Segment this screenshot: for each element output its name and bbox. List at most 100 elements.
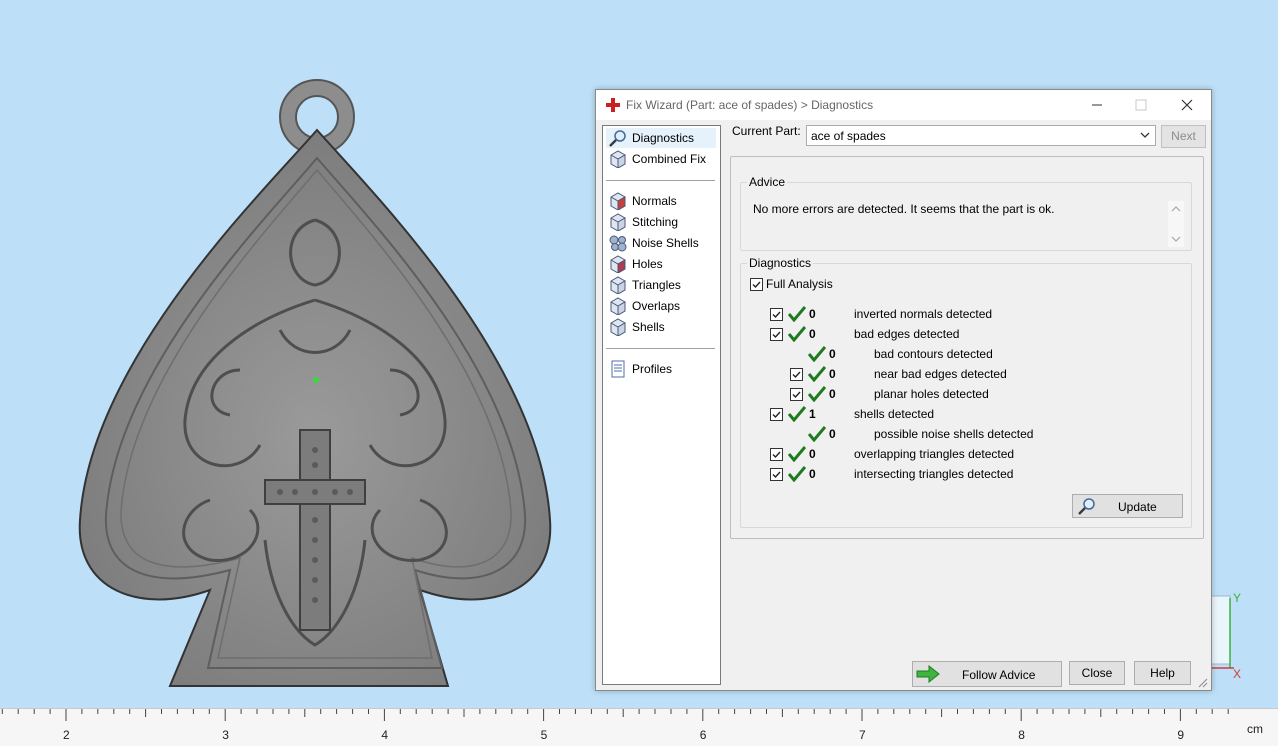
close-button[interactable]: Close xyxy=(1069,661,1125,685)
nav-item-label: Triangles xyxy=(632,278,681,292)
row-label: overlapping triangles detected xyxy=(854,447,1015,461)
nav-item-label: Noise Shells xyxy=(632,236,699,250)
x-axis-label: X xyxy=(1233,667,1241,681)
nav-item-label: Holes xyxy=(632,257,663,271)
nav-item-stitching[interactable]: Stitching xyxy=(606,212,716,232)
nav-item-label: Normals xyxy=(632,194,677,208)
magnifier-icon xyxy=(609,130,626,147)
nav-separator xyxy=(606,348,715,349)
green-check-icon xyxy=(788,446,806,462)
update-button[interactable]: Update xyxy=(1072,494,1183,518)
row-label: bad contours detected xyxy=(874,347,993,361)
row-count: 0 xyxy=(829,347,836,361)
nav-item-noise-shells[interactable]: Noise Shells xyxy=(606,233,716,253)
green-check-icon xyxy=(808,346,826,362)
nav-item-shells[interactable]: Shells xyxy=(606,317,716,337)
y-axis-label: Y xyxy=(1233,591,1241,605)
nav-item-normals[interactable]: Normals xyxy=(606,191,716,211)
shells-cube-icon xyxy=(610,318,626,336)
row-checkbox[interactable] xyxy=(770,328,783,341)
resize-grip-icon[interactable] xyxy=(1196,676,1208,688)
nav-item-label: Diagnostics xyxy=(632,131,695,145)
window-title: Fix Wizard (Part: ace of spades) > Diagn… xyxy=(626,98,874,112)
arrow-right-icon xyxy=(916,665,940,683)
nav-item-diagnostics[interactable]: Diagnostics xyxy=(606,128,716,148)
row-count: 0 xyxy=(809,447,816,461)
row-count: 1 xyxy=(809,407,816,421)
minimize-button[interactable] xyxy=(1082,95,1112,115)
document-icon xyxy=(611,360,625,378)
cube-icon xyxy=(610,150,626,168)
ruler-ticks xyxy=(1,709,1229,721)
full-analysis-checkbox[interactable] xyxy=(750,278,763,291)
green-check-icon xyxy=(788,406,806,422)
triangles-cube-icon xyxy=(610,276,626,294)
green-check-icon xyxy=(808,386,826,402)
nav-item-label: Stitching xyxy=(632,215,679,229)
ruler-label: 2 xyxy=(63,728,70,742)
row-label: planar holes detected xyxy=(874,387,989,401)
row-label: inverted normals detected xyxy=(854,307,993,321)
advice-legend: Advice xyxy=(749,175,786,189)
holes-cube-icon xyxy=(610,255,626,273)
diagnostics-legend: Diagnostics xyxy=(749,256,812,270)
overlaps-cube-icon xyxy=(610,297,626,315)
close-window-button[interactable] xyxy=(1172,95,1202,115)
fix-wizard-nav: Diagnostics Combined Fix Normals Stitching N… xyxy=(602,125,721,685)
row-label: intersecting triangles detected xyxy=(854,467,1014,481)
row-checkbox[interactable] xyxy=(770,468,783,481)
fix-wizard-dialog: Fix Wizard (Part: ace of spades) > Diagn… xyxy=(595,89,1212,691)
ace-of-spades-model[interactable] xyxy=(70,70,560,695)
row-count: 0 xyxy=(809,467,816,481)
ruler-label: 3 xyxy=(222,728,229,742)
title-bar[interactable]: Fix Wizard (Part: ace of spades) > Diagn… xyxy=(596,90,1211,120)
nav-item-profiles[interactable]: Profiles xyxy=(606,359,716,379)
update-label: Update xyxy=(1118,500,1157,514)
current-part-value: ace of spades xyxy=(811,129,886,143)
advice-scrollbar[interactable] xyxy=(1168,201,1184,247)
row-count: 0 xyxy=(829,367,836,381)
nav-item-label: Profiles xyxy=(632,362,673,376)
magnifier-icon xyxy=(1078,498,1095,515)
ruler-label: 4 xyxy=(381,728,389,742)
row-checkbox[interactable] xyxy=(770,448,783,461)
row-count: 0 xyxy=(809,327,816,341)
row-count: 0 xyxy=(829,387,836,401)
next-button[interactable]: Next xyxy=(1161,125,1206,148)
green-check-icon xyxy=(788,326,806,342)
nav-item-triangles[interactable]: Triangles xyxy=(606,275,716,295)
row-checkbox[interactable] xyxy=(770,408,783,421)
advice-group: Advice No more errors are detected. It s… xyxy=(740,175,1192,251)
row-label: near bad edges detected xyxy=(874,367,1007,381)
row-checkbox[interactable] xyxy=(790,368,803,381)
follow-advice-button[interactable]: Follow Advice xyxy=(912,661,1062,687)
row-checkbox[interactable] xyxy=(790,388,803,401)
advice-text: No more errors are detected. It seems th… xyxy=(753,202,1055,216)
ruler-label: 8 xyxy=(1018,728,1025,742)
current-part-label: Current Part: xyxy=(732,124,801,138)
red-cross-icon xyxy=(606,98,620,112)
nav-item-combined-fix[interactable]: Combined Fix xyxy=(606,149,716,169)
row-checkbox[interactable] xyxy=(770,308,783,321)
ruler-label: 5 xyxy=(540,728,548,742)
row-label: possible noise shells detected xyxy=(874,427,1034,441)
green-check-icon xyxy=(788,306,806,322)
ruler-label: 9 xyxy=(1177,728,1185,742)
normals-cube-icon xyxy=(610,192,626,210)
row-count: 0 xyxy=(829,427,836,441)
green-check-icon xyxy=(808,366,826,382)
nav-item-overlaps[interactable]: Overlaps xyxy=(606,296,716,316)
follow-advice-label: Follow Advice xyxy=(962,668,1036,682)
help-button[interactable]: Help xyxy=(1134,661,1191,685)
current-part-select[interactable]: ace of spades xyxy=(806,125,1156,146)
ruler-label: 6 xyxy=(699,728,707,742)
full-analysis-label: Full Analysis xyxy=(766,277,833,291)
horizontal-ruler: 2 3 4 5 6 7 8 9 cm xyxy=(0,708,1278,746)
maximize-button[interactable] xyxy=(1126,95,1156,115)
nav-item-holes[interactable]: Holes xyxy=(606,254,716,274)
chevron-down-icon xyxy=(1140,132,1150,138)
ruler-unit: cm xyxy=(1247,722,1263,736)
ruler-label: 7 xyxy=(859,728,866,742)
nav-item-label: Combined Fix xyxy=(632,152,707,166)
nav-separator xyxy=(606,180,715,181)
